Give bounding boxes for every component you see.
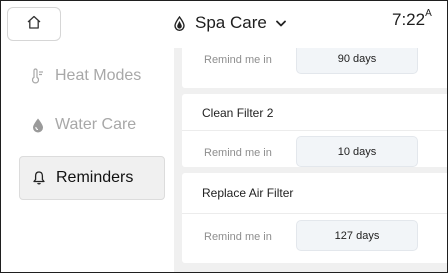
remind-days-field[interactable]: 90 days xyxy=(296,48,418,74)
reminder-card: Replace Air Filter Remind me in 127 days xyxy=(182,173,448,263)
water-drop-icon xyxy=(174,15,185,31)
reminder-card: Clean Filter 2 Remind me in 10 days xyxy=(182,94,448,167)
spa-care-screen: Spa Care 7:22A Heat Modes Water Care Rem… xyxy=(0,0,448,273)
reminder-card: Remind me in 90 days xyxy=(182,48,448,88)
reminder-title: Clean Filter 2 xyxy=(202,106,274,120)
reminder-title: Replace Air Filter xyxy=(202,186,294,200)
card-divider xyxy=(182,213,448,214)
header-title-dropdown[interactable]: Spa Care xyxy=(174,12,286,34)
remind-days-value: 90 days xyxy=(337,52,377,65)
sidebar-item-water-care[interactable]: Water Care xyxy=(19,103,165,147)
sidebar-item-label: Heat Modes xyxy=(55,67,142,84)
page-title: Spa Care xyxy=(195,13,267,32)
reminders-list[interactable]: Remind me in 90 days Clean Filter 2 Remi… xyxy=(174,48,448,273)
clock: 7:22A xyxy=(392,8,432,30)
home-button[interactable] xyxy=(7,7,61,41)
remind-me-label: Remind me in xyxy=(204,147,272,159)
home-icon xyxy=(26,14,42,35)
sidebar-item-label: Reminders xyxy=(56,169,134,186)
sidebar-item-heat-modes[interactable]: Heat Modes xyxy=(19,54,165,98)
bell-icon xyxy=(32,170,48,186)
clock-am-pm: A xyxy=(425,8,432,19)
remind-days-field[interactable]: 127 days xyxy=(296,220,418,251)
remind-days-value: 10 days xyxy=(337,145,377,158)
remind-me-label: Remind me in xyxy=(204,54,272,66)
clock-time: 7:22 xyxy=(392,10,426,29)
sidebar-item-reminders[interactable]: Reminders xyxy=(19,156,165,200)
remind-me-label: Remind me in xyxy=(204,231,272,243)
sidebar-item-label: Water Care xyxy=(55,116,137,133)
remind-days-field[interactable]: 10 days xyxy=(296,136,418,167)
card-divider xyxy=(182,130,448,131)
water-care-icon xyxy=(31,117,47,133)
thermometer-icon xyxy=(31,68,47,84)
remind-days-value: 127 days xyxy=(334,229,380,242)
chevron-down-icon xyxy=(275,20,286,27)
